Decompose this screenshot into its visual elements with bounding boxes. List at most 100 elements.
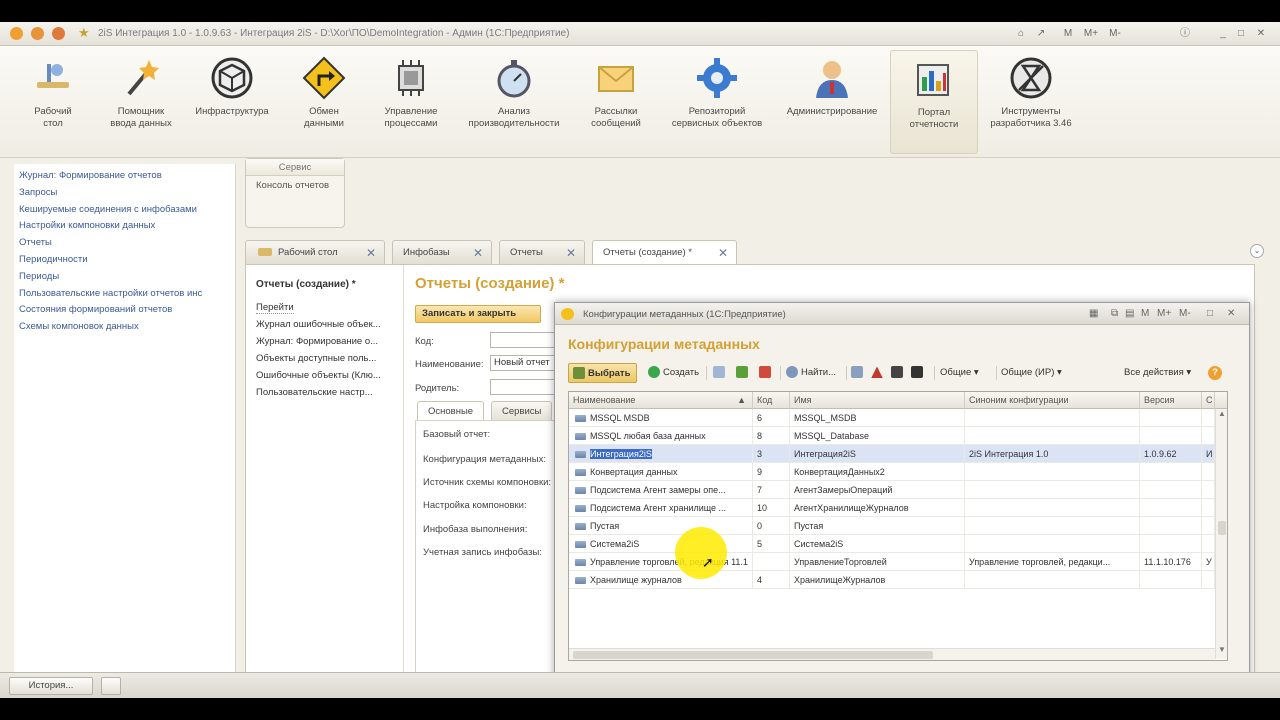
table-row[interactable]: Конвертация данных 9 КонвертацияДанных2 [569,463,1215,481]
close-icon[interactable]: ✕ [473,241,483,265]
table-row[interactable]: Подсистема Агент хранилище ... 10 АгентХра… [569,499,1215,517]
code-field[interactable] [490,332,560,348]
nav-link-cached-connections[interactable]: Кешируемые соединения с инфобазами [14,202,235,219]
section-performance-analysis[interactable]: Анализ производительности [458,50,570,154]
section-developer-tools[interactable]: Инструменты разработчика 3.46 [980,50,1082,154]
memory-plus-button[interactable]: M+ [1157,308,1171,319]
nav-link-report-journal[interactable]: Журнал: Формирование отчетов [14,168,235,185]
cancel-search-icon[interactable] [851,363,866,383]
report-console-link[interactable]: Консоль отчетов [246,176,344,195]
section-service-repository[interactable]: Репозиторий сервисных объектов [662,50,772,154]
nav-link-layout-settings[interactable]: Настройки компоновки данных [14,218,235,235]
app-menu-icon[interactable] [10,27,23,40]
favorite-star-icon[interactable]: ★ [78,25,90,41]
scroll-down-icon[interactable]: ▼ [1218,645,1226,654]
maximize-button[interactable]: □ [1234,26,1248,41]
section-data-exchange[interactable]: Обмен данными [285,50,363,154]
chevron-down-icon[interactable]: ⌄ [1250,244,1264,258]
tab-reports-create[interactable]: Отчеты (создание) * ✕ [592,240,737,264]
nav-link-report-journal[interactable]: Журнал: Формирование о... [256,336,392,347]
section-desktop[interactable]: Рабочий стол [14,50,92,154]
tab-services[interactable]: Сервисы [491,401,553,421]
column-header-id[interactable]: Имя [790,392,965,409]
close-button[interactable]: ✕ [1227,308,1235,319]
copy-icon[interactable] [713,363,728,383]
edit-icon[interactable] [736,363,751,383]
create-button[interactable]: Создать [648,363,699,383]
warning-icon[interactable] [871,363,886,383]
window-icon[interactable] [911,363,926,383]
select-button[interactable]: Выбрать [568,363,638,383]
tools-icon[interactable] [891,363,906,383]
table-row[interactable]: MSSQL MSDB 6 MSSQL_MSDB [569,409,1215,427]
nav-link-queries[interactable]: Запросы [14,185,235,202]
table-row[interactable]: Интеграция2iS 3 Интеграция2iS 2iS Интеграци… [569,445,1215,463]
column-header-synonym[interactable]: Синоним конфигурации [965,392,1140,409]
arrow-icon[interactable]: ↗ [1034,26,1048,41]
nav-link-user-settings[interactable]: Пользовательские настр... [256,387,392,398]
horizontal-scrollbar[interactable] [569,648,1215,660]
memory-minus-button[interactable]: M- [1104,26,1126,41]
home-icon[interactable]: ⌂ [1014,26,1028,41]
section-process-management[interactable]: Управление процессами [372,50,450,154]
column-header-name[interactable]: Наименование ▲ [569,392,753,409]
memory-button[interactable]: M [1060,26,1076,41]
column-header-version[interactable]: Версия [1140,392,1202,409]
table-row[interactable]: Управление торговлей, редакция 11.1 Управ… [569,553,1215,571]
tab-reports[interactable]: Отчеты ✕ [499,240,585,264]
table-row[interactable]: Подсистема Агент замеры опе... 7 АгентЗаме… [569,481,1215,499]
section-messaging[interactable]: Рассылки сообщений [578,50,654,154]
nav-link-error-objects[interactable]: Ошибочные объекты (Клю... [256,370,392,381]
memory-minus-button[interactable]: M- [1179,308,1191,319]
help-icon[interactable]: ? [1208,363,1222,383]
close-icon[interactable]: ✕ [718,241,728,265]
info-icon[interactable]: ⓘ [1178,26,1192,41]
table-row[interactable]: Пустая 0 Пустая [569,517,1215,535]
scroll-thumb[interactable] [1218,521,1226,535]
memory-plus-button[interactable]: M+ [1080,26,1102,41]
column-header-extra[interactable]: С [1202,392,1215,409]
favorite-icon[interactable]: ▦ [1089,308,1098,319]
tab-infobases[interactable]: Инфобазы ✕ [392,240,492,264]
memory-button[interactable]: M [1141,308,1149,319]
nav-link-layout-schemes[interactable]: Схемы компоновок данных [14,319,235,336]
table-row[interactable]: MSSQL любая база данных 8 MSSQL_Database [569,427,1215,445]
tab-desktop[interactable]: Рабочий стол ✕ [245,240,385,264]
section-input-assistant[interactable]: Помощник ввода данных [102,50,180,154]
column-header-code[interactable]: Код [753,392,790,409]
name-field[interactable]: Новый отчет [490,355,560,371]
tab-main[interactable]: Основные [417,401,485,421]
nav-link-periods[interactable]: Периоды [14,269,235,286]
refresh-icon[interactable] [101,677,121,695]
nav-link-periodicities[interactable]: Периодичности [14,252,235,269]
history-button[interactable]: История... [9,677,93,695]
minimize-button[interactable]: _ [1216,26,1230,41]
scroll-thumb[interactable] [573,651,933,659]
save-and-close-button[interactable]: Записать и закрыть [415,305,541,323]
section-infrastructure[interactable]: Инфраструктура [190,50,274,154]
nav-link-available-objects[interactable]: Объекты доступные поль... [256,353,392,364]
nav-link-report-states[interactable]: Состояния формирований отчетов [14,302,235,319]
close-button[interactable]: ✕ [1254,26,1268,41]
back-icon[interactable] [31,27,44,40]
vertical-scrollbar[interactable]: ▲ ▼ [1215,409,1227,659]
general-dropdown[interactable]: Общие ▾ [940,363,979,383]
nav-link-reports[interactable]: Отчеты [14,235,235,252]
table-row[interactable]: Система2iS 5 Система2iS [569,535,1215,553]
link-icon[interactable]: ⧉ [1111,308,1118,319]
section-administration[interactable]: Администрирование [780,50,884,154]
table-row[interactable]: Хранилище журналов 4 ХранилищеЖурналов [569,571,1215,589]
all-actions-dropdown[interactable]: Все действия ▾ [1124,363,1191,383]
nav-link-error-journal[interactable]: Журнал ошибочные объек... [256,319,392,330]
general-ir-dropdown[interactable]: Общие (ИР) ▾ [1001,363,1062,383]
nav-link-user-report-settings[interactable]: Пользовательские настройки отчетов инс [14,286,235,303]
calc-icon[interactable]: ▤ [1125,308,1134,319]
close-icon[interactable]: ✕ [366,241,376,265]
close-icon[interactable]: ✕ [566,241,576,265]
find-button[interactable]: Найти... [786,363,836,383]
maximize-button[interactable]: □ [1207,308,1213,319]
section-reporting-portal[interactable]: Портал отчетности [890,50,978,154]
forward-icon[interactable] [52,27,65,40]
delete-icon[interactable] [759,363,774,383]
parent-field[interactable] [490,379,560,395]
